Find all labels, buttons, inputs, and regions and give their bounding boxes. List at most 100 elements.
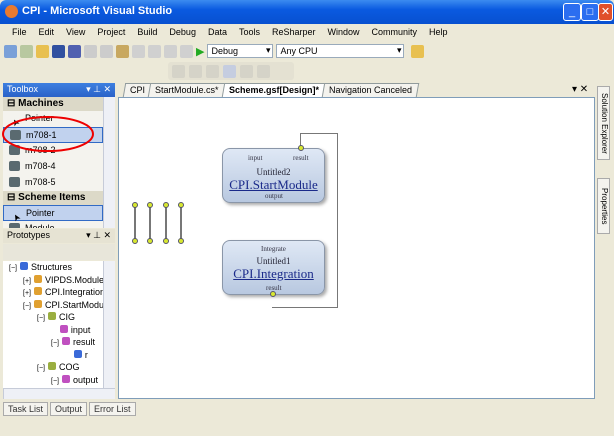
bottom-tab[interactable]: Output [50,402,88,416]
port-dot[interactable] [270,291,276,297]
collapse-icon[interactable]: [−] [37,315,45,322]
tab-document[interactable]: StartModule.cs* [147,83,226,97]
toolbox-item[interactable]: m708-5 [3,175,103,191]
navigate-forward-icon[interactable] [180,44,193,58]
port-dot[interactable] [178,202,184,208]
annotation-circle [2,116,94,152]
redo-icon[interactable] [148,44,161,58]
port-dot[interactable] [178,238,184,244]
menu-community[interactable]: Community [366,24,424,41]
integration-node[interactable]: Integrate Untitled1 CPI.Integration resu… [222,240,325,295]
close-button[interactable]: ✕ [598,3,613,21]
connection-wire[interactable] [149,204,151,240]
find-icon[interactable] [411,44,425,58]
tab-document[interactable]: Navigation Canceled [321,83,419,97]
menu-tools[interactable]: Tools [233,24,266,41]
config-combo[interactable]: Debug [207,44,274,58]
menu-build[interactable]: Build [131,24,163,41]
tree-node[interactable]: [−] result [3,337,103,350]
port-dot[interactable] [163,238,169,244]
menu-window[interactable]: Window [322,24,366,41]
toolbox-item[interactable]: ➤ Pointer [3,205,103,223]
zoom-in-icon[interactable] [172,64,185,78]
connection-wire[interactable] [180,204,182,240]
undo-icon[interactable] [132,44,145,58]
menu-data[interactable]: Data [202,24,233,41]
toolbox-close-icon[interactable]: ▾ ⊥ ✕ [86,84,111,95]
open-icon[interactable] [36,44,49,58]
port-dot[interactable] [132,238,138,244]
menu-resharper[interactable]: ReSharper [266,24,322,41]
tree-node[interactable]: [−] CIG [3,312,103,325]
menu-project[interactable]: Project [91,24,131,41]
bottom-tab[interactable]: Task List [3,402,49,416]
collapse-icon[interactable]: [−] [9,265,17,272]
expand-icon[interactable]: [+] [23,290,31,297]
fit-icon[interactable] [223,64,236,78]
node-name-link[interactable]: CPI.StartModule [223,177,324,193]
cut-icon[interactable] [84,44,97,58]
tree-node[interactable]: [−] COG [3,362,103,375]
collapse-icon[interactable]: [−] [37,365,45,372]
port-dot[interactable] [132,202,138,208]
paste-icon[interactable] [116,44,129,58]
toolbox-item[interactable]: Module [3,221,103,228]
align-icon[interactable] [206,64,219,78]
zoom-out-icon[interactable] [189,64,202,78]
platform-combo[interactable]: Any CPU [276,44,405,58]
connection-wire[interactable] [165,204,167,240]
port-dot[interactable] [163,202,169,208]
start-debug-icon[interactable]: ▶ [196,45,204,58]
tree-node[interactable]: [+] VIPDS.Module [3,274,103,288]
navigate-back-icon[interactable] [164,44,177,58]
prototypes-vscrollbar[interactable] [103,261,115,388]
menu-edit[interactable]: Edit [33,24,61,41]
tree-node[interactable]: [−] CPI.StartModule [3,299,103,313]
expand-icon[interactable]: [+] [23,278,31,285]
toolbox-category[interactable]: ⊟ Machines [3,97,103,111]
solution-explorer-tab[interactable]: Solution Explorer [597,86,610,160]
maximize-button[interactable]: □ [581,3,599,21]
save-icon[interactable] [52,44,65,58]
save-all-icon[interactable] [68,44,81,58]
toolbox-scrollbar[interactable] [103,97,115,228]
start-module-node[interactable]: input result Untitled2 CPI.StartModule o… [222,148,325,203]
menu-file[interactable]: File [6,24,33,41]
tree-node[interactable]: [−] Structures [3,262,103,275]
collapse-icon[interactable]: [−] [51,378,59,385]
input-port-label: input [248,154,263,162]
collapse-icon[interactable] [65,353,71,360]
minimize-button[interactable]: _ [563,3,581,21]
node-name-link[interactable]: CPI.Integration [223,266,324,282]
properties-tab[interactable]: Properties [597,178,610,234]
menu-view[interactable]: View [60,24,91,41]
tree-node[interactable]: [+] CPI.Integration [3,287,103,300]
tree-node[interactable]: input [3,324,103,338]
prototypes-hscrollbar[interactable] [3,388,115,399]
tab-document[interactable]: Scheme.gsf[Design]* [221,83,326,97]
close-document-icon[interactable]: ▾ ✕ [572,84,588,95]
collapse-icon[interactable] [51,328,57,335]
delete-icon[interactable] [257,64,270,78]
bottom-tab[interactable]: Error List [89,402,136,416]
toolbox-item[interactable]: m708-4 [3,159,103,175]
connection-wire[interactable] [134,204,136,240]
tree-node[interactable]: r [3,349,103,363]
port-dot[interactable] [147,238,153,244]
tab-label: StartModule.cs* [155,85,219,95]
menu-debug[interactable]: Debug [163,24,202,41]
copy-icon[interactable] [100,44,113,58]
menu-help[interactable]: Help [423,24,454,41]
collapse-icon[interactable]: [−] [51,340,59,347]
port-dot[interactable] [298,145,304,151]
port-dot[interactable] [147,202,153,208]
add-item-icon[interactable] [20,44,33,58]
new-project-icon[interactable] [4,44,17,58]
prototypes-close-icon[interactable]: ▾ ⊥ ✕ [86,230,111,241]
toolbox-category[interactable]: ⊟ Scheme Items [3,191,103,205]
collapse-icon[interactable]: [−] [23,303,31,310]
layout-icon[interactable] [240,64,253,78]
design-canvas[interactable]: input result Untitled2 CPI.StartModule o… [118,97,595,399]
tree-node[interactable]: [−] output [3,374,103,388]
tree-node-label: result [72,337,95,347]
